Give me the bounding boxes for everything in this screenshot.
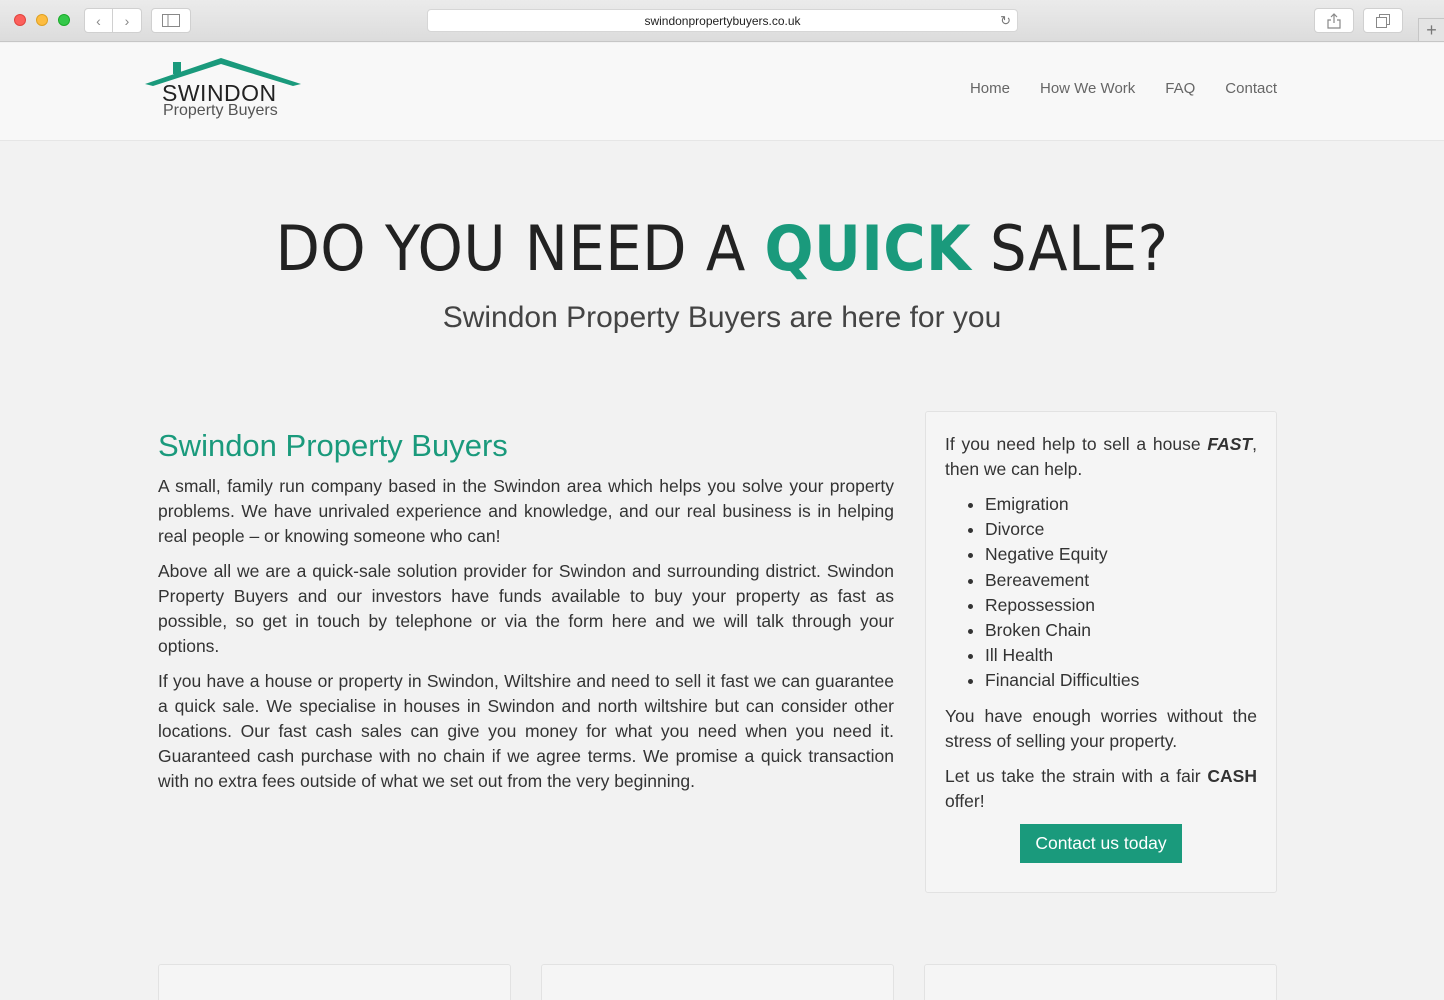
close-window-button[interactable] bbox=[14, 14, 26, 26]
sidebar-icon bbox=[162, 14, 180, 27]
cash-offer-after: offer! bbox=[945, 790, 985, 811]
list-item: Divorce bbox=[985, 517, 1257, 542]
site-header: SWINDON Property Buyers Home How We Work… bbox=[0, 43, 1444, 141]
url-text: swindonpropertybuyers.co.uk bbox=[644, 13, 801, 28]
main-nav: Home How We Work FAQ Contact bbox=[970, 80, 1277, 97]
help-intro: If you need help to sell a house FAST, t… bbox=[945, 432, 1257, 482]
guarantee-paragraph: If you have a house or property in Swind… bbox=[158, 671, 894, 791]
reload-icon[interactable]: ↻ bbox=[1000, 13, 1011, 29]
hero-title-accent: QUICK bbox=[764, 212, 972, 285]
hero-subtitle: Swindon Property Buyers are here for you bbox=[442, 301, 1002, 334]
feature-card-2 bbox=[541, 964, 894, 1000]
chevron-left-icon: ‹ bbox=[96, 12, 101, 29]
help-card: If you need help to sell a house FAST, t… bbox=[925, 411, 1277, 893]
cash-offer-before: Let us take the strain with a fair bbox=[945, 765, 1208, 786]
list-item: Repossession bbox=[985, 593, 1257, 618]
reasons-list: Emigration Divorce Negative Equity Berea… bbox=[985, 492, 1257, 694]
contact-us-button[interactable]: Contact us today bbox=[1020, 824, 1182, 863]
forward-button[interactable]: › bbox=[113, 8, 142, 33]
browser-toolbar: ‹ › swindonpropertybuyers.co.uk ↻ + bbox=[0, 0, 1444, 42]
help-intro-emphasis: FAST bbox=[1207, 434, 1253, 454]
new-tab-button[interactable]: + bbox=[1418, 18, 1444, 42]
list-item: Broken Chain bbox=[985, 618, 1257, 643]
site-logo[interactable]: SWINDON Property Buyers bbox=[143, 56, 303, 124]
list-item: Emigration bbox=[985, 492, 1257, 517]
plus-icon: + bbox=[1426, 19, 1437, 40]
hero-title-after: SALE? bbox=[971, 212, 1169, 285]
hero-title: DO YOU NEED A QUICK SALE? bbox=[51, 212, 1394, 285]
share-icon bbox=[1327, 12, 1341, 29]
main-content: Swindon Property Buyers A small, family … bbox=[158, 428, 894, 804]
solution-paragraph: Above all we are a quick-sale solution p… bbox=[158, 561, 894, 656]
logo-subtitle: Property Buyers bbox=[163, 102, 278, 119]
worries-text: You have enough worries without the stre… bbox=[945, 705, 1257, 751]
maximize-window-button[interactable] bbox=[58, 14, 70, 26]
section-heading: Swindon Property Buyers bbox=[158, 428, 508, 463]
cash-offer-text: Let us take the strain with a fair CASH … bbox=[945, 764, 1257, 814]
chevron-right-icon: › bbox=[124, 12, 130, 29]
nav-how-we-work[interactable]: How We Work bbox=[1040, 80, 1135, 97]
sidebar-toggle-button[interactable] bbox=[151, 8, 191, 33]
help-intro-before: If you need help to sell a house bbox=[945, 434, 1208, 454]
cash-offer-bold: CASH bbox=[1207, 765, 1257, 786]
share-button[interactable] bbox=[1314, 8, 1354, 33]
nav-faq[interactable]: FAQ bbox=[1165, 80, 1195, 97]
list-item: Ill Health bbox=[985, 643, 1257, 668]
back-button[interactable]: ‹ bbox=[84, 8, 113, 33]
hero-title-before: DO YOU NEED A bbox=[275, 212, 765, 285]
tab-overview-button[interactable] bbox=[1363, 8, 1403, 33]
feature-card-1 bbox=[158, 964, 511, 1000]
address-bar[interactable]: swindonpropertybuyers.co.uk ↻ bbox=[427, 9, 1018, 32]
intro-paragraph: A small, family run company based in the… bbox=[158, 476, 894, 546]
feature-card-3 bbox=[924, 964, 1277, 1000]
nav-home[interactable]: Home bbox=[970, 80, 1010, 97]
minimize-window-button[interactable] bbox=[36, 14, 48, 26]
tabs-icon bbox=[1376, 13, 1390, 28]
list-item: Financial Difficulties bbox=[985, 668, 1257, 693]
list-item: Bereavement bbox=[985, 568, 1257, 593]
nav-contact[interactable]: Contact bbox=[1225, 80, 1277, 97]
list-item: Negative Equity bbox=[985, 542, 1257, 567]
